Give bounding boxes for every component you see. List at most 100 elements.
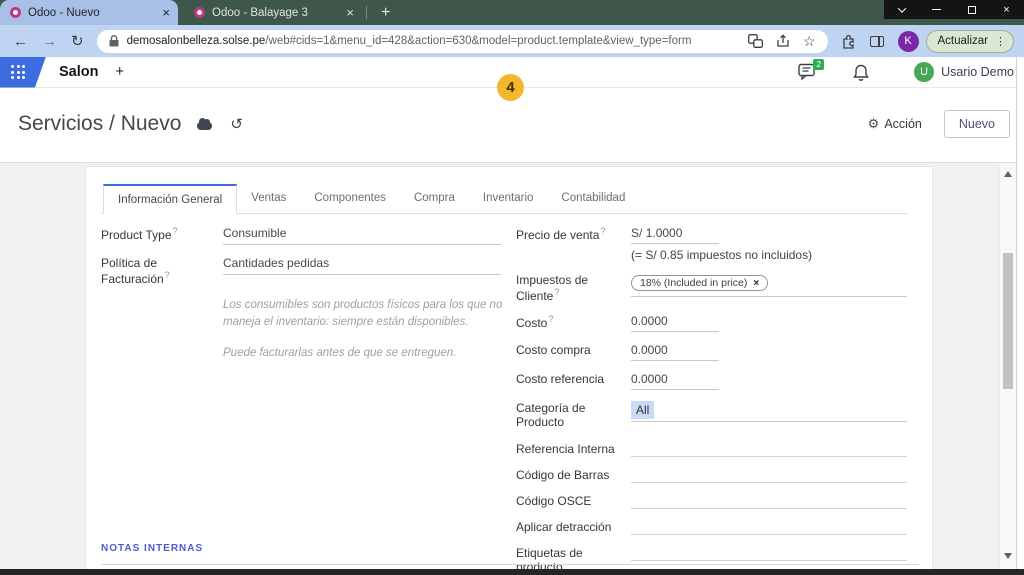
app-name[interactable]: Salon xyxy=(59,64,98,80)
nav-plus-button[interactable]: + xyxy=(115,64,123,80)
user-avatar[interactable]: U xyxy=(914,62,935,82)
url-domain: demosalonbelleza.solse.pe xyxy=(126,35,266,47)
browser-tab-strip: Odoo - Nuevo × Odoo - Balayage 3 × + × xyxy=(0,0,1024,25)
forward-icon[interactable]: → xyxy=(42,34,57,49)
apps-grid-icon xyxy=(11,65,25,79)
tag-remove-icon[interactable]: × xyxy=(753,278,759,289)
form-sheet: Información General Ventas Componentes C… xyxy=(85,166,933,574)
scrollbar-up-icon[interactable] xyxy=(1004,171,1012,177)
reload-icon[interactable]: ↻ xyxy=(71,34,84,49)
window-close-icon[interactable]: × xyxy=(989,0,1024,19)
browser-profile-avatar[interactable]: K xyxy=(897,30,919,52)
browser-tab-active[interactable]: Odoo - Nuevo × xyxy=(0,0,178,25)
detraction-field[interactable] xyxy=(631,520,907,535)
window-controls: × xyxy=(884,0,1024,19)
tax-tag[interactable]: 18% (Included in price) × xyxy=(631,275,769,291)
content-area: Información General Ventas Componentes C… xyxy=(0,163,1016,574)
tab-close-icon[interactable]: × xyxy=(162,6,170,19)
menu-dots-icon[interactable]: ⋮ xyxy=(995,35,1006,48)
tab-ventas[interactable]: Ventas xyxy=(237,184,300,213)
navbar-right: 2 U Usario Demo xyxy=(795,58,1024,82)
sale-price-field[interactable]: S/ 1.0000 xyxy=(631,226,719,244)
tab-informacion-general[interactable]: Información General xyxy=(103,184,238,214)
internal-notes-label: NOTAS INTERNAS xyxy=(101,543,204,554)
scrollbar-thumb[interactable] xyxy=(1003,253,1013,389)
invoice-policy-label: Política de Facturación? xyxy=(101,256,170,286)
window-minimize-icon[interactable] xyxy=(919,0,954,19)
product-category-label: Categoría de Producto xyxy=(516,401,586,429)
help-icon: ? xyxy=(600,226,606,236)
action-menu-button[interactable]: ⚙ Acción xyxy=(868,116,922,132)
notifications-button[interactable] xyxy=(852,63,870,82)
tab-close-icon[interactable]: × xyxy=(346,6,354,19)
tab-title: Odoo - Balayage 3 xyxy=(212,6,308,19)
window-maximize-icon[interactable] xyxy=(954,0,989,19)
form-left-column: Product Type? Consumible Política de Fac… xyxy=(101,226,502,575)
share-icon[interactable] xyxy=(776,34,790,48)
product-type-label: Product Type? xyxy=(101,226,178,242)
lock-icon xyxy=(109,35,119,47)
odoo-favicon-icon xyxy=(10,7,21,18)
breadcrumb[interactable]: Servicios / Nuevo xyxy=(18,112,181,136)
internal-reference-label: Referencia Interna xyxy=(516,442,615,456)
extensions-icon[interactable] xyxy=(841,34,856,49)
help-icon: ? xyxy=(548,314,554,324)
annotation-marker: 4 xyxy=(497,74,524,101)
tab-separator xyxy=(366,6,367,19)
new-tab-button[interactable]: + xyxy=(371,4,400,21)
update-button[interactable]: Actualizar ⋮ xyxy=(925,29,1014,53)
form-right-column: Precio de venta? S/ 1.0000 (= S/ 0.85 im… xyxy=(501,226,907,575)
update-button-label: Actualizar xyxy=(937,35,989,47)
discard-undo-icon[interactable]: ↺ xyxy=(230,115,243,133)
action-label: Acción xyxy=(884,117,922,131)
browser-toolbar: ← → ↻ demosalonbelleza.solse.pe/web#cids… xyxy=(0,25,1024,57)
gear-icon: ⚙ xyxy=(867,116,880,131)
url-path: /web#cids=1&menu_id=428&action=630&model… xyxy=(265,35,692,47)
vertical-scrollbar[interactable] xyxy=(999,163,1016,569)
cost-label: Costo? xyxy=(516,314,554,330)
purchase-cost-field[interactable]: 0.0000 xyxy=(631,343,719,361)
product-category-field[interactable]: All xyxy=(631,401,907,422)
tab-componentes[interactable]: Componentes xyxy=(300,184,400,213)
bookmark-star-icon[interactable]: ☆ xyxy=(803,33,816,50)
detraction-label: Aplicar detracción xyxy=(516,520,612,534)
browser-tab-inactive[interactable]: Odoo - Balayage 3 × xyxy=(184,0,362,25)
tab-inventario[interactable]: Inventario xyxy=(469,184,548,213)
apps-menu-button[interactable] xyxy=(0,56,46,88)
back-icon[interactable]: ← xyxy=(13,34,28,49)
invoice-policy-field[interactable]: Cantidades pedidas xyxy=(223,256,501,275)
price-tax-note: (= S/ 0.85 impuestos no incluidos) xyxy=(631,248,813,262)
translate-icon[interactable] xyxy=(747,34,763,48)
cost-field[interactable]: 0.0000 xyxy=(631,314,719,332)
osce-code-field[interactable] xyxy=(631,494,907,509)
window-right-edge xyxy=(1016,57,1024,569)
customer-taxes-field[interactable]: 18% (Included in price) × xyxy=(631,273,907,297)
help-icon: ? xyxy=(164,270,170,280)
tab-compra[interactable]: Compra xyxy=(400,184,469,213)
odoo-favicon-icon xyxy=(194,7,205,18)
side-panel-icon[interactable] xyxy=(869,35,884,47)
tab-title: Odoo - Nuevo xyxy=(28,6,100,19)
barcode-field[interactable] xyxy=(631,468,907,483)
tab-contabilidad[interactable]: Contabilidad xyxy=(547,184,639,213)
internal-notes-separator: NOTAS INTERNAS xyxy=(101,538,919,565)
messages-badge: 2 xyxy=(813,58,825,70)
sale-price-label: Precio de venta? xyxy=(516,226,606,242)
product-type-field[interactable]: Consumible xyxy=(223,226,501,245)
scrollbar-down-icon[interactable] xyxy=(1004,553,1012,559)
barcode-label: Código de Barras xyxy=(516,468,610,482)
reference-cost-field[interactable]: 0.0000 xyxy=(631,372,719,390)
invoice-help-text: Puede facturarlas antes de que se entreg… xyxy=(223,346,457,359)
internal-reference-field[interactable] xyxy=(631,442,907,457)
new-record-button[interactable]: Nuevo xyxy=(943,110,1010,138)
reference-cost-label: Costo referencia xyxy=(516,372,605,386)
address-bar[interactable]: demosalonbelleza.solse.pe/web#cids=1&men… xyxy=(96,29,828,53)
messages-button[interactable]: 2 xyxy=(795,58,825,82)
window-menu-icon[interactable] xyxy=(884,0,919,19)
save-cloud-icon[interactable] xyxy=(197,118,213,130)
user-name[interactable]: Usario Demo xyxy=(941,65,1014,79)
product-category-value[interactable]: All xyxy=(631,401,655,419)
osce-code-label: Código OSCE xyxy=(516,494,592,508)
help-icon: ? xyxy=(554,287,560,297)
notebook-tabs: Información General Ventas Componentes C… xyxy=(101,184,907,214)
